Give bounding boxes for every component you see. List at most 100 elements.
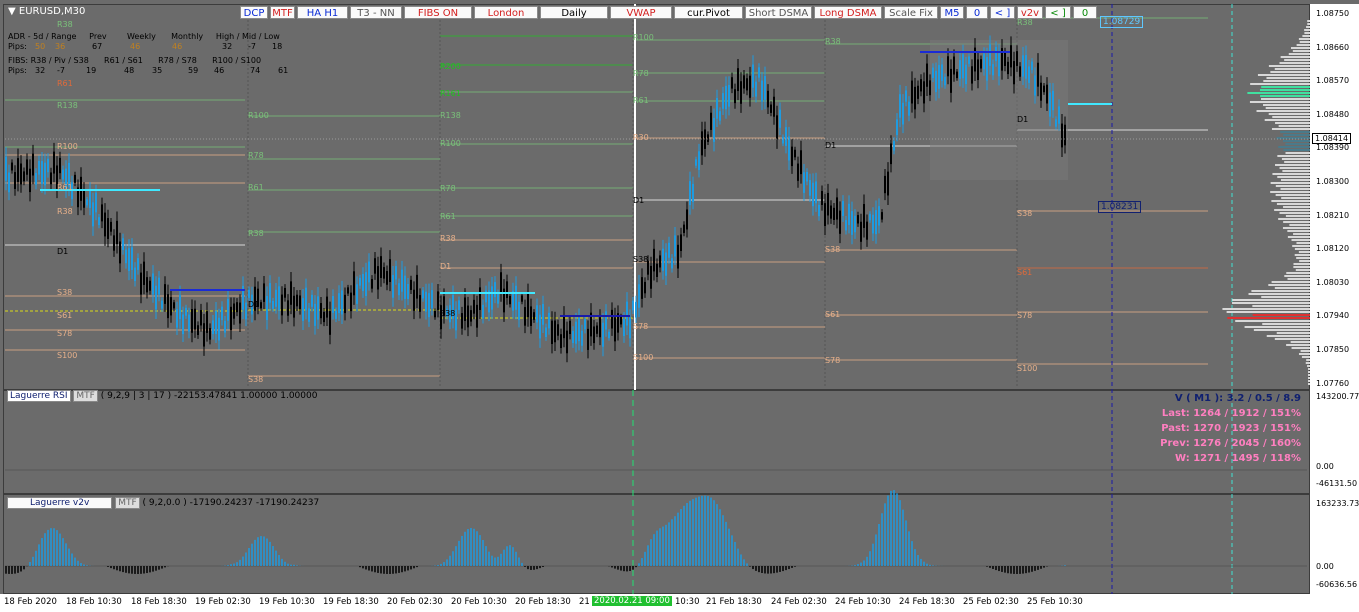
candle-body: [368, 261, 370, 283]
volume-profile-bar: [1307, 20, 1310, 22]
candle-body: [206, 311, 208, 333]
toolbar-button-5[interactable]: London: [474, 6, 538, 19]
candle-body: [83, 189, 85, 208]
pivot-level-label: R61: [248, 183, 264, 192]
laguerre-rsi-title[interactable]: Laguerre RSI: [7, 390, 71, 402]
candle-body: [524, 307, 526, 326]
candle-body: [860, 221, 862, 242]
volume-profile-bar: [1302, 35, 1310, 37]
candle-body: [362, 274, 364, 292]
laguerre-v2v-axis-tick: 163233.73: [1316, 499, 1359, 508]
candle-body: [1058, 106, 1060, 124]
candle-body: [11, 162, 13, 171]
volume-profile-bar: [1281, 158, 1310, 160]
candle-body: [998, 53, 1000, 77]
candle-body: [482, 304, 484, 319]
candle-body: [587, 328, 589, 350]
candle-body: [920, 79, 922, 92]
candle-body: [908, 101, 910, 116]
volume-profile-bar: [1261, 296, 1310, 298]
toolbar-button-8[interactable]: cur.Pivot: [674, 6, 743, 19]
toolbar-button-14[interactable]: < ]: [990, 6, 1015, 19]
candle-body: [158, 277, 160, 295]
candle-body: [1043, 85, 1045, 93]
candle-body: [578, 317, 580, 342]
fibs-pips-label: Pips:: [8, 66, 27, 75]
candle-body: [782, 137, 784, 144]
candle-body: [1049, 92, 1051, 117]
volume-profile-bar: [1283, 221, 1310, 223]
toolbar-button-6[interactable]: Daily: [540, 6, 608, 19]
candle-body: [608, 331, 610, 339]
candle-body: [266, 296, 268, 320]
pivot-level-label: R161: [440, 89, 461, 98]
pivot-level-label: R100: [633, 33, 654, 42]
candle-body: [431, 290, 433, 309]
laguerre-v2v-header: Laguerre v2v MTF ( 9,2,0.0 ) -17190.2423…: [7, 497, 319, 509]
candle-body: [788, 136, 790, 161]
volume-profile-bar: [1251, 290, 1310, 292]
candle-body: [740, 81, 742, 104]
adr-pips-label: Pips:: [8, 42, 27, 51]
pivot-level-label: S38: [248, 375, 264, 384]
candle-body: [866, 221, 868, 240]
candle-body: [74, 174, 76, 183]
toolbar-button-12[interactable]: M5: [940, 6, 964, 19]
candle-body: [602, 322, 604, 347]
volume-profile-bar: [1291, 239, 1310, 241]
laguerre-v2v-axis-tick: 0.00: [1316, 562, 1334, 571]
volume-profile-bar: [1308, 377, 1310, 379]
pivot-level-label: D1: [825, 141, 837, 150]
toolbar-button-9[interactable]: Short DSMA: [745, 6, 812, 19]
candle-body: [386, 271, 388, 285]
toolbar-button-17[interactable]: 0: [1073, 6, 1097, 19]
volume-profile-bar: [1295, 269, 1310, 271]
laguerre-rsi-mtf-button[interactable]: MTF: [73, 390, 98, 402]
candle-body: [962, 54, 964, 79]
volume-profile-bar: [1276, 332, 1310, 334]
pivot-level-label: R100: [57, 142, 78, 151]
pivot-level-label: S100: [57, 351, 78, 360]
candle-body: [842, 201, 844, 216]
toolbar-button-4[interactable]: FIBS ON: [404, 6, 472, 19]
candle-body: [137, 258, 139, 270]
candle-body: [884, 175, 886, 194]
laguerre-rsi-axis-tick: 143200.77: [1316, 392, 1359, 401]
candle-body: [947, 56, 949, 77]
candle-body: [839, 210, 841, 234]
toolbar-button-11[interactable]: Scale Fix: [884, 6, 938, 19]
toolbar-button-1[interactable]: MTF: [270, 6, 295, 19]
time-tick: 21: [579, 597, 590, 607]
candle-body: [692, 183, 694, 203]
toolbar-button-16[interactable]: < ]: [1045, 6, 1071, 19]
adr-value: 46: [130, 42, 141, 51]
volume-profile-bar: [1268, 284, 1310, 286]
toolbar-button-10[interactable]: Long DSMA: [814, 6, 882, 19]
pivot-level-label: S38: [633, 255, 649, 264]
candle-body: [407, 283, 409, 300]
candle-body: [734, 89, 736, 104]
toolbar-button-0[interactable]: DCP: [240, 6, 268, 19]
pivot-level-label: S78: [1017, 311, 1033, 320]
laguerre-v2v-mtf-button[interactable]: MTF: [115, 497, 140, 509]
candle-body: [29, 168, 31, 193]
candle-body: [8, 172, 10, 193]
toolbar-button-2[interactable]: HA H1: [297, 6, 348, 19]
price-tick: 1.07940: [1316, 311, 1350, 321]
toolbar-button-7[interactable]: VWAP: [610, 6, 672, 19]
candle-body: [119, 241, 121, 264]
candle-body: [680, 234, 682, 252]
fibs-value: 46: [214, 66, 225, 75]
price-tick: 1.07850: [1316, 345, 1350, 354]
candle-body: [725, 85, 727, 110]
candle-body: [392, 275, 394, 298]
laguerre-v2v-title[interactable]: Laguerre v2v: [7, 497, 113, 509]
candle-body: [140, 272, 142, 295]
toolbar-button-13[interactable]: 0: [966, 6, 988, 19]
candle-body: [176, 309, 178, 328]
toolbar-button-3[interactable]: T3 - NN: [350, 6, 402, 19]
volume-profile-bar: [1274, 338, 1310, 340]
candle-body: [224, 320, 226, 333]
volume-profile-bar: [1296, 44, 1310, 46]
time-tick: 20 Feb 02:30: [387, 597, 443, 607]
